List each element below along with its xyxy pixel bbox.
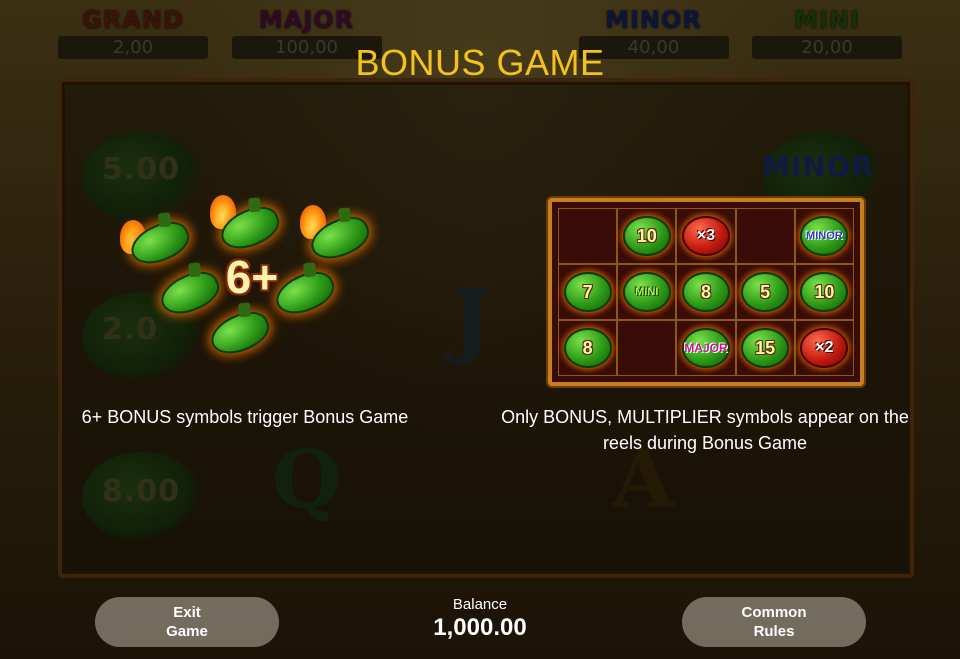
bonus-value-label: 8: [700, 281, 711, 302]
multiplier-label: ×2: [815, 339, 834, 356]
grid-cell: 8: [676, 264, 736, 320]
bonus-pepper-icon: 7: [563, 272, 612, 312]
bonus-pepper-icon: 5: [741, 272, 790, 312]
jackpot-label: MINOR: [806, 230, 843, 242]
multiplier-pepper-icon: ×2: [800, 328, 849, 368]
jackpot-label: MAJOR: [684, 341, 728, 355]
bonus-pepper-icon: MINOR: [800, 216, 849, 256]
bonus-value-label: 10: [636, 225, 657, 246]
bonus-pepper-icon: 10: [622, 216, 671, 256]
balance-display: Balance 1,000.00: [380, 596, 580, 642]
multiplier-pepper-icon: ×3: [681, 216, 730, 256]
grid-cell: 10: [617, 208, 677, 264]
bonus-pepper-icon: MINI: [622, 272, 671, 312]
grid-cell: [617, 320, 677, 376]
grid-cell: [735, 208, 795, 264]
bonus-value-label: 5: [760, 281, 771, 302]
bonus-pepper-icon: 8: [563, 328, 612, 368]
grid-cell: 10: [794, 264, 854, 320]
balance-label: Balance: [452, 596, 508, 613]
grid-cell: 5: [735, 264, 795, 320]
bonus-value-label: 8: [582, 337, 593, 358]
bonus-value-label: 10: [814, 281, 835, 302]
jackpot-label: MINI: [635, 286, 659, 298]
bonus-value-label: 7: [582, 281, 593, 302]
page-title: BONUS GAME: [355, 42, 605, 83]
grid-cell: 15: [735, 320, 795, 376]
trigger-caption: 6+ BONUS symbols trigger Bonus Game: [81, 407, 409, 427]
bonus-count-label: 6+: [225, 251, 279, 303]
bonus-pepper-icon: 8: [681, 272, 730, 312]
grid-cell: 8: [558, 320, 618, 376]
balance-value: 1,000.00: [433, 614, 527, 641]
grid-cell: ×3: [676, 208, 736, 264]
reels-caption: Only BONUS, MULTIPLIER symbols appear on…: [501, 407, 909, 453]
grid-cell: ×2: [794, 320, 854, 376]
grid-cell: 7: [558, 264, 618, 320]
common-rules-button[interactable]: Common Rules: [682, 597, 866, 647]
bonus-pepper-icon: 15: [741, 328, 790, 368]
bonus-reels-example: 10 ×3 MINOR 7 MINI 8 5 10 8 MAJOR 15 ×2: [548, 198, 864, 386]
pepper-icon: [205, 304, 275, 362]
grid-cell: MINOR: [794, 208, 854, 264]
grid-cell: [558, 208, 618, 264]
bonus-value-label: 15: [755, 337, 776, 358]
grid-cell: MAJOR: [676, 320, 736, 376]
bonus-pepper-icon: MAJOR: [681, 328, 730, 368]
exit-game-button[interactable]: Exit Game: [95, 597, 279, 647]
grid-cell: MINI: [617, 264, 677, 320]
multiplier-label: ×3: [696, 227, 716, 244]
bonus-pepper-icon: 10: [800, 272, 849, 312]
bonus-trigger-illustration: 6+: [115, 195, 385, 370]
bonus-reels-grid: 10 ×3 MINOR 7 MINI 8 5 10 8 MAJOR 15 ×2: [558, 208, 854, 376]
